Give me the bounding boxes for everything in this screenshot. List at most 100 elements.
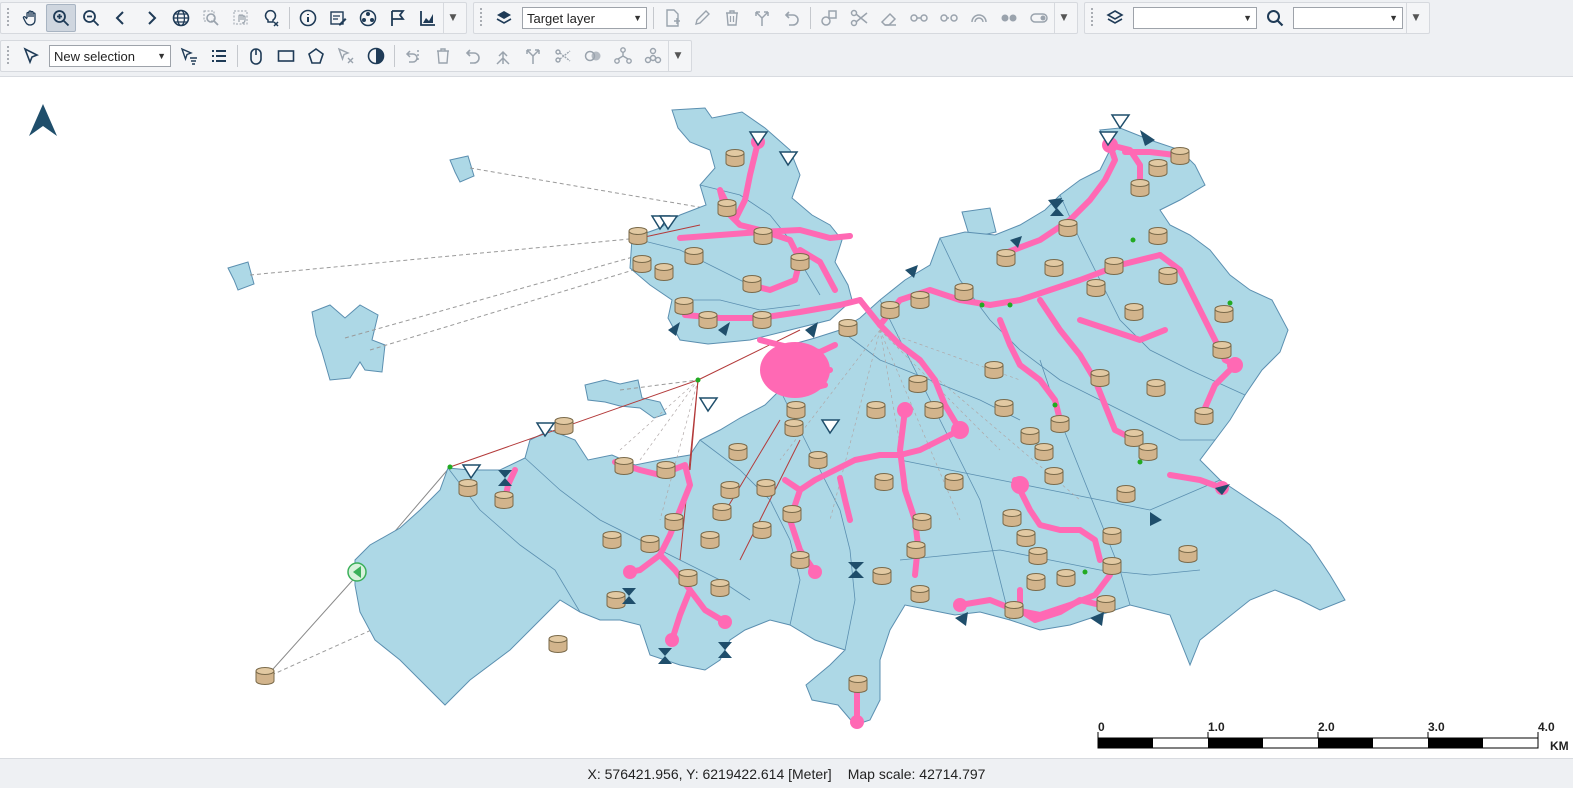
toolbar-overflow-button[interactable]: ▼ xyxy=(1054,3,1073,33)
connect-button[interactable] xyxy=(488,42,518,70)
invert-selection-button[interactable] xyxy=(361,42,391,70)
network-tools-button[interactable] xyxy=(353,4,383,32)
tank-icon[interactable] xyxy=(1170,147,1190,165)
tank-icon[interactable] xyxy=(1102,527,1122,545)
tank-icon[interactable] xyxy=(1212,341,1232,359)
tank-icon[interactable] xyxy=(494,491,514,509)
toggle-button[interactable] xyxy=(1024,4,1054,32)
redo-edit-button[interactable] xyxy=(398,42,428,70)
tank-icon[interactable] xyxy=(994,399,1014,417)
tank-icon[interactable] xyxy=(712,503,732,521)
network-trace-button[interactable] xyxy=(608,42,638,70)
merge-button[interactable] xyxy=(578,42,608,70)
tank-icon[interactable] xyxy=(606,591,626,609)
tank-icon[interactable] xyxy=(1002,509,1022,527)
tank-icon[interactable] xyxy=(628,227,648,245)
tank-icon[interactable] xyxy=(1050,415,1070,433)
tank-icon[interactable] xyxy=(954,283,974,301)
tank-icon[interactable] xyxy=(632,255,652,273)
tank-icon[interactable] xyxy=(996,249,1016,267)
delete-feature-button[interactable] xyxy=(717,4,747,32)
polygon-select-button[interactable] xyxy=(301,42,331,70)
select-tool-button[interactable] xyxy=(16,42,46,70)
tank-icon[interactable] xyxy=(790,253,810,271)
tank-icon[interactable] xyxy=(700,531,720,549)
edit-attributes-button[interactable] xyxy=(323,4,353,32)
undo-button[interactable] xyxy=(777,4,807,32)
zoom-in-button[interactable] xyxy=(46,4,76,32)
tank-icon[interactable] xyxy=(808,451,828,469)
tank-icon[interactable] xyxy=(698,311,718,329)
vertex-tool-1-button[interactable] xyxy=(904,4,934,32)
network-analysis-button[interactable] xyxy=(638,42,668,70)
tank-icon[interactable] xyxy=(872,567,892,585)
toolbar-grip[interactable] xyxy=(1088,8,1096,28)
tank-icon[interactable] xyxy=(725,149,745,167)
tank-icon[interactable] xyxy=(1194,407,1214,425)
tank-icon[interactable] xyxy=(910,291,930,309)
clear-selection-button[interactable] xyxy=(331,42,361,70)
chart-button[interactable] xyxy=(413,4,443,32)
tank-icon[interactable] xyxy=(1146,379,1166,397)
tank-icon[interactable] xyxy=(1026,573,1046,591)
tank-icon[interactable] xyxy=(717,199,737,217)
cut-button[interactable] xyxy=(844,4,874,32)
tank-icon[interactable] xyxy=(1148,159,1168,177)
tank-icon[interactable] xyxy=(874,473,894,491)
tank-icon[interactable] xyxy=(1090,369,1110,387)
tank-icon[interactable] xyxy=(255,667,275,685)
tank-icon[interactable] xyxy=(1124,429,1144,447)
tank-icon[interactable] xyxy=(784,419,804,437)
tank-icon[interactable] xyxy=(1016,529,1036,547)
tank-icon[interactable] xyxy=(640,535,660,553)
tank-icon[interactable] xyxy=(1130,179,1150,197)
zoom-out-button[interactable] xyxy=(76,4,106,32)
search-button[interactable] xyxy=(1260,4,1290,32)
tank-icon[interactable] xyxy=(782,505,802,523)
tank-icon[interactable] xyxy=(664,513,684,531)
toolbar-overflow-button[interactable]: ▼ xyxy=(443,3,462,33)
tank-icon[interactable] xyxy=(1158,267,1178,285)
tank-icon[interactable] xyxy=(554,417,574,435)
toolbar-grip[interactable] xyxy=(4,8,12,28)
tank-icon[interactable] xyxy=(910,585,930,603)
pan-to-selection-button[interactable] xyxy=(226,4,256,32)
tank-icon[interactable] xyxy=(906,541,926,559)
zoom-to-selection-button[interactable] xyxy=(196,4,226,32)
pan-button[interactable] xyxy=(16,4,46,32)
delete-selected-button[interactable] xyxy=(428,42,458,70)
tank-icon[interactable] xyxy=(944,473,964,491)
target-layer-dropdown[interactable]: Target layer ▼ xyxy=(522,7,647,29)
tank-icon[interactable] xyxy=(1178,545,1198,563)
select-by-attribute-button[interactable] xyxy=(174,42,204,70)
tank-icon[interactable] xyxy=(1124,303,1144,321)
tank-icon[interactable] xyxy=(838,319,858,337)
tank-icon[interactable] xyxy=(924,401,944,419)
tank-icon[interactable] xyxy=(752,521,772,539)
toolbar-overflow-button[interactable]: ▼ xyxy=(1406,3,1425,33)
toolbar-grip[interactable] xyxy=(477,8,485,28)
cut-line-button[interactable] xyxy=(548,42,578,70)
merge-nodes-button[interactable] xyxy=(994,4,1024,32)
tank-icon[interactable] xyxy=(866,401,886,419)
snap-button[interactable] xyxy=(814,4,844,32)
tank-icon[interactable] xyxy=(1044,467,1064,485)
clear-highlight-button[interactable] xyxy=(256,4,286,32)
tank-icon[interactable] xyxy=(1034,443,1054,461)
tank-icon[interactable] xyxy=(674,297,694,315)
tank-icon[interactable] xyxy=(1102,557,1122,575)
tank-icon[interactable] xyxy=(1148,227,1168,245)
tank-icon[interactable] xyxy=(614,457,634,475)
selection-list-button[interactable] xyxy=(204,42,234,70)
tank-icon[interactable] xyxy=(756,479,776,497)
tank-icon[interactable] xyxy=(548,635,568,653)
tank-icon[interactable] xyxy=(742,275,762,293)
undo-selection-button[interactable] xyxy=(458,42,488,70)
tank-icon[interactable] xyxy=(880,301,900,319)
selection-mode-dropdown[interactable]: New selection ▼ xyxy=(49,45,171,67)
tank-icon[interactable] xyxy=(786,401,806,419)
tank-icon[interactable] xyxy=(1086,279,1106,297)
tank-icon[interactable] xyxy=(1104,257,1124,275)
layer-selector-button[interactable] xyxy=(1100,4,1130,32)
map-svg[interactable] xyxy=(0,77,1573,758)
